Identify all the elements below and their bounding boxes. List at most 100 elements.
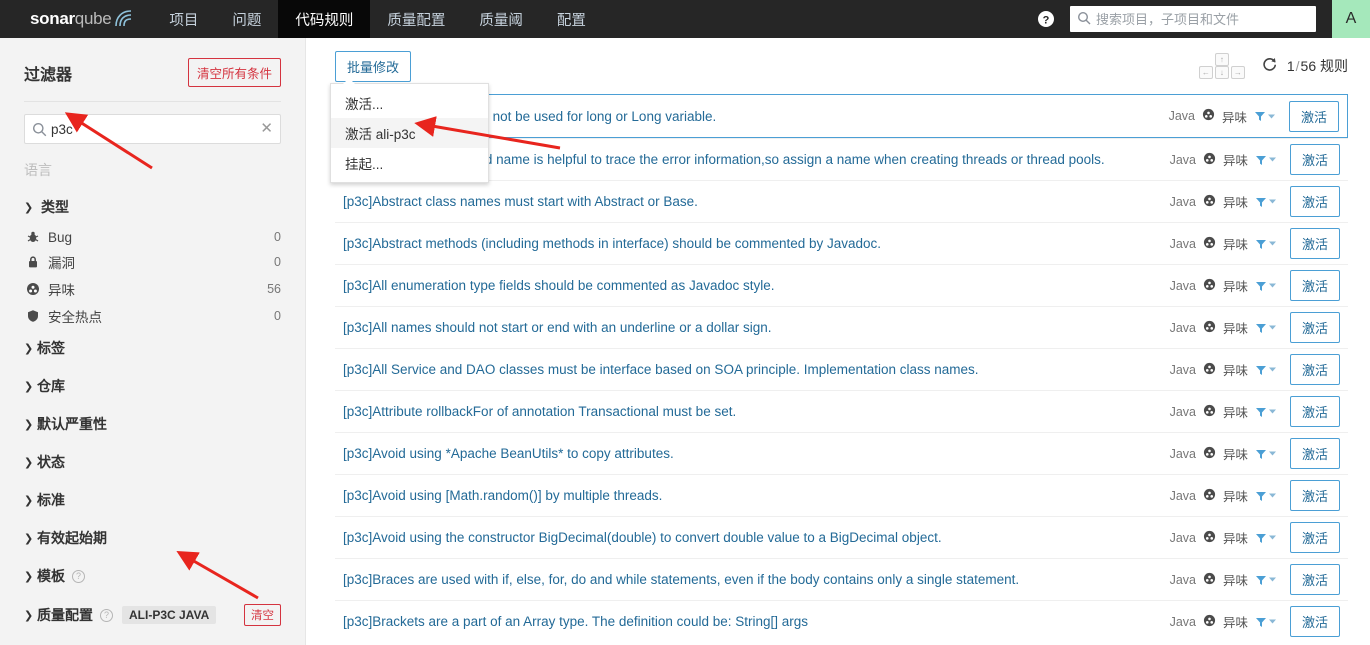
rule-title[interactable]: [p3c]Brackets are a part of an Array typ… bbox=[343, 614, 1170, 629]
rule-title[interactable]: [p3c]All enumeration type fields should … bbox=[343, 278, 1170, 293]
help-circle-icon[interactable]: ? bbox=[1036, 9, 1056, 29]
rule-title[interactable]: [p3c]Avoid using [Math.random()] by mult… bbox=[343, 488, 1170, 503]
funnel-icon[interactable] bbox=[1255, 238, 1276, 250]
rule-row[interactable]: [p3c]Avoid using [Math.random()] by mult… bbox=[335, 474, 1348, 516]
activate-rule-button[interactable]: 激活 bbox=[1289, 438, 1340, 469]
top-navigation-bar: sonarqube 项目 问题 代码规则 质量配置 质量阈 配置 ? 搜索项目，… bbox=[0, 0, 1370, 38]
facet-header-default-severity[interactable]: ❯ 默认严重性 bbox=[24, 405, 281, 443]
activate-rule-button[interactable]: 激活 bbox=[1289, 564, 1340, 595]
nav-tab-projects[interactable]: 项目 bbox=[152, 0, 215, 38]
facet-header-quality-profile[interactable]: ❯ 质量配置 ? ALI-P3C JAVA 清空 bbox=[24, 595, 281, 635]
bulk-change-button[interactable]: 批量修改 bbox=[335, 50, 412, 82]
activate-rule-button[interactable]: 激活 bbox=[1289, 270, 1340, 301]
funnel-icon[interactable] bbox=[1255, 196, 1276, 208]
rule-meta: Java 异味 bbox=[1169, 107, 1275, 126]
rule-search-filter[interactable]: ✕ bbox=[24, 114, 281, 144]
facet-item-bug[interactable]: Bug 0 bbox=[24, 226, 281, 248]
chevron-down-icon bbox=[1268, 577, 1276, 582]
rule-title[interactable]: [p3c]All Service and DAO classes must be… bbox=[343, 362, 1170, 377]
funnel-icon[interactable] bbox=[1255, 322, 1276, 334]
nav-tab-quality-gates[interactable]: 质量阈 bbox=[462, 0, 540, 38]
dropdown-item-deactivate[interactable]: 挂起... bbox=[331, 148, 488, 178]
funnel-icon[interactable] bbox=[1255, 490, 1276, 502]
reload-icon[interactable] bbox=[1261, 56, 1278, 76]
facet-header-inheritance[interactable]: ❯ 继承 bbox=[24, 635, 281, 645]
sonarqube-logo[interactable]: sonarqube bbox=[0, 0, 152, 38]
facet-header-status[interactable]: ❯ 状态 bbox=[24, 443, 281, 481]
global-search-box[interactable] bbox=[1070, 6, 1316, 32]
facet-item-security-hotspot[interactable]: 安全热点 0 bbox=[24, 302, 281, 329]
facet-header-tags[interactable]: ❯ 标签 bbox=[24, 329, 281, 367]
clear-x-icon[interactable]: ✕ bbox=[260, 120, 273, 138]
activate-rule-button[interactable]: 激活 bbox=[1289, 522, 1340, 553]
activate-rule-button[interactable]: 激活 bbox=[1289, 186, 1340, 217]
rule-row[interactable]: [p3c]All names should not start or end w… bbox=[335, 306, 1348, 348]
rule-row[interactable]: [p3c]Brackets are a part of an Array typ… bbox=[335, 600, 1348, 642]
rule-type: 异味 bbox=[1222, 196, 1248, 210]
rule-row[interactable]: [p3c]Braces are used with if, else, for,… bbox=[335, 558, 1348, 600]
facet-item-code-smell[interactable]: 异味 56 bbox=[24, 275, 281, 302]
activate-rule-button[interactable]: 激活 bbox=[1289, 228, 1340, 259]
facet-item-count: 56 bbox=[267, 281, 281, 296]
facet-label-status: 状态 bbox=[37, 454, 65, 470]
rule-title[interactable]: [p3c]Avoid using the constructor BigDeci… bbox=[343, 530, 1170, 545]
rule-title[interactable]: [p3c]Braces are used with if, else, for,… bbox=[343, 572, 1170, 587]
activate-rule-button[interactable]: 激活 bbox=[1289, 312, 1340, 343]
rules-count-unit: 规则 bbox=[1320, 58, 1348, 74]
help-icon[interactable]: ? bbox=[100, 608, 113, 622]
funnel-icon[interactable] bbox=[1255, 154, 1276, 166]
clear-all-filters-button[interactable]: 清空所有条件 bbox=[187, 58, 281, 87]
activate-rule-button[interactable]: 激活 bbox=[1289, 144, 1340, 175]
nav-tab-quality-profiles[interactable]: 质量配置 bbox=[370, 0, 462, 38]
facet-header-template[interactable]: ❯ 模板 ? bbox=[24, 557, 281, 595]
user-avatar[interactable]: A bbox=[1332, 0, 1370, 38]
nav-tab-rules[interactable]: 代码规则 bbox=[278, 0, 371, 38]
rule-row[interactable]: [p3c]All Service and DAO classes must be… bbox=[335, 348, 1348, 390]
rule-type: 异味 bbox=[1222, 574, 1248, 588]
activate-rule-button[interactable]: 激活 bbox=[1289, 396, 1340, 427]
code-smell-icon bbox=[1203, 320, 1216, 336]
rule-title[interactable]: [p3c]Abstract methods (including methods… bbox=[343, 236, 1170, 251]
rule-row[interactable]: [p3c]Abstract methods (including methods… bbox=[335, 222, 1348, 264]
funnel-icon[interactable] bbox=[1254, 110, 1275, 122]
funnel-icon[interactable] bbox=[1255, 532, 1276, 544]
dropdown-item-activate[interactable]: 激活... bbox=[331, 88, 488, 118]
facet-item-vulnerability[interactable]: 漏洞 0 bbox=[24, 248, 281, 275]
facet-header-standard[interactable]: ❯ 标准 bbox=[24, 481, 281, 519]
global-search-input[interactable] bbox=[1096, 11, 1306, 27]
rule-search-input[interactable] bbox=[51, 121, 254, 137]
facet-header-repository[interactable]: ❯ 仓库 bbox=[24, 367, 281, 405]
rule-title[interactable]: [p3c]Attribute rollbackFor of annotation… bbox=[343, 404, 1170, 419]
funnel-icon[interactable] bbox=[1255, 406, 1276, 418]
activate-rule-button[interactable]: 激活 bbox=[1289, 354, 1340, 385]
rule-title[interactable]: [p3c]Avoid using *Apache BeanUtils* to c… bbox=[343, 446, 1170, 461]
rule-row[interactable]: [p3c]Abstract class names must start wit… bbox=[335, 180, 1348, 222]
help-icon[interactable]: ? bbox=[72, 569, 85, 583]
activate-rule-button[interactable]: 激活 bbox=[1289, 606, 1340, 637]
rule-language: Java bbox=[1168, 109, 1195, 123]
clear-quality-profile-button[interactable]: 清空 bbox=[244, 604, 281, 626]
rule-row[interactable]: [p3c]Attribute rollbackFor of annotation… bbox=[335, 390, 1348, 432]
facet-label-type: 类型 bbox=[41, 199, 69, 215]
language-facet-label: 语言 bbox=[24, 162, 52, 178]
funnel-icon[interactable] bbox=[1255, 280, 1276, 292]
facet-header-available-since[interactable]: ❯ 有效起始期 bbox=[24, 519, 281, 557]
activate-rule-button[interactable]: 激活 bbox=[1288, 100, 1339, 132]
activate-rule-button[interactable]: 激活 bbox=[1289, 480, 1340, 511]
funnel-icon[interactable] bbox=[1255, 574, 1276, 586]
rule-row[interactable]: [p3c]All enumeration type fields should … bbox=[335, 264, 1348, 306]
rule-row[interactable]: [p3c]Avoid using the constructor BigDeci… bbox=[335, 516, 1348, 558]
funnel-icon[interactable] bbox=[1255, 364, 1276, 376]
rule-row[interactable]: [p3c]Avoid using *Apache BeanUtils* to c… bbox=[335, 432, 1348, 474]
nav-tab-issues[interactable]: 问题 bbox=[215, 0, 278, 38]
rule-type: 异味 bbox=[1222, 616, 1248, 630]
rule-type: 异味 bbox=[1222, 280, 1248, 294]
facet-header-type[interactable]: ❯ 类型 bbox=[24, 188, 281, 226]
dropdown-item-activate-ali-p3c[interactable]: 激活 ali-p3c bbox=[331, 118, 488, 148]
rule-title[interactable]: [p3c]All names should not start or end w… bbox=[343, 320, 1170, 335]
nav-right-group: ? A bbox=[1036, 0, 1370, 38]
funnel-icon[interactable] bbox=[1255, 448, 1276, 460]
nav-tab-administration[interactable]: 配置 bbox=[540, 0, 603, 38]
rule-title[interactable]: [p3c]Abstract class names must start wit… bbox=[343, 194, 1170, 209]
funnel-icon[interactable] bbox=[1255, 616, 1276, 628]
